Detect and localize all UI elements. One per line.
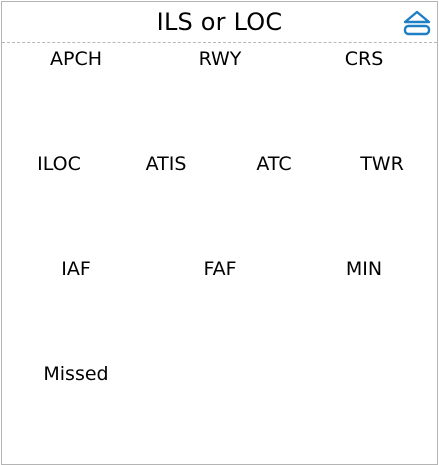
min-button[interactable]: MIN (346, 257, 382, 281)
panel-header: ILS or LOC (2, 2, 437, 43)
faf-button[interactable]: FAF (203, 257, 236, 281)
ils-loc-panel: ILS or LOC APCH RWY CRS ILOC ATIS ATC TW… (1, 1, 438, 465)
iaf-button[interactable]: IAF (61, 257, 91, 281)
atc-button[interactable]: ATC (256, 152, 291, 176)
panel-title: ILS or LOC (156, 8, 283, 36)
iloc-button[interactable]: ILOC (37, 152, 81, 176)
rwy-button[interactable]: RWY (199, 47, 242, 71)
apch-button[interactable]: APCH (50, 47, 102, 71)
twr-button[interactable]: TWR (360, 152, 404, 176)
eject-icon[interactable] (402, 9, 432, 37)
missed-button[interactable]: Missed (43, 362, 108, 386)
crs-button[interactable]: CRS (345, 47, 384, 71)
atis-button[interactable]: ATIS (146, 152, 187, 176)
